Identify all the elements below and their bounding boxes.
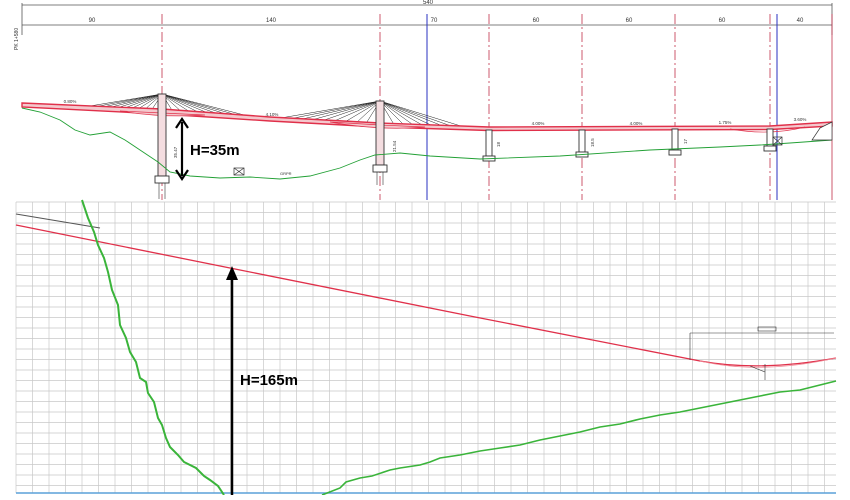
- slope-label: 0.80%: [64, 99, 77, 104]
- pier-height-label: 17: [683, 138, 688, 144]
- slope-label: 4.00%: [532, 121, 545, 126]
- footing: [763, 145, 777, 152]
- pier: [671, 128, 679, 151]
- ground-label: GRPR: [280, 171, 292, 176]
- slope-label: 3.60%: [794, 117, 807, 122]
- footing: [372, 164, 388, 173]
- pylon: [157, 93, 167, 177]
- span-label: 60: [626, 18, 633, 24]
- height-label-165: H=165m: [240, 372, 298, 389]
- pylon: [375, 100, 385, 166]
- span-label: 40: [797, 18, 804, 24]
- bottom-panel: H=165m: [0, 199, 850, 496]
- station-label: PK 1+580: [14, 28, 20, 50]
- bridge-elevation-drawing: 540 90 140 70 60 60 60 40 PK 1+580 0.80%…: [0, 0, 850, 496]
- footing: [154, 175, 170, 184]
- pier: [578, 129, 586, 153]
- overall-length-label: 540: [423, 0, 434, 6]
- pier-height-label: 35.47: [173, 146, 178, 158]
- slope-label: 4.00%: [630, 121, 643, 126]
- pier: [485, 129, 493, 157]
- footing: [668, 149, 682, 156]
- pier-height-label: 18.5: [590, 138, 595, 147]
- span-label: 90: [89, 18, 96, 24]
- pier-height-label: 18: [496, 141, 501, 147]
- height-label-35: H=35m: [190, 142, 240, 159]
- pier: [766, 128, 774, 147]
- span-label: 60: [533, 18, 540, 24]
- slope-label: 4.10%: [266, 112, 279, 117]
- slope-label: 1.75%: [719, 120, 732, 125]
- top-panel: 540 90 140 70 60 60 60 40 PK 1+580 0.80%…: [0, 0, 850, 200]
- span-label: 70: [431, 18, 438, 24]
- span-label: 140: [266, 18, 277, 24]
- pier-height-label: 21.54: [392, 140, 397, 152]
- span-label: 60: [719, 18, 726, 24]
- drawing-stage: 540 90 140 70 60 60 60 40 PK 1+580 0.80%…: [0, 0, 850, 496]
